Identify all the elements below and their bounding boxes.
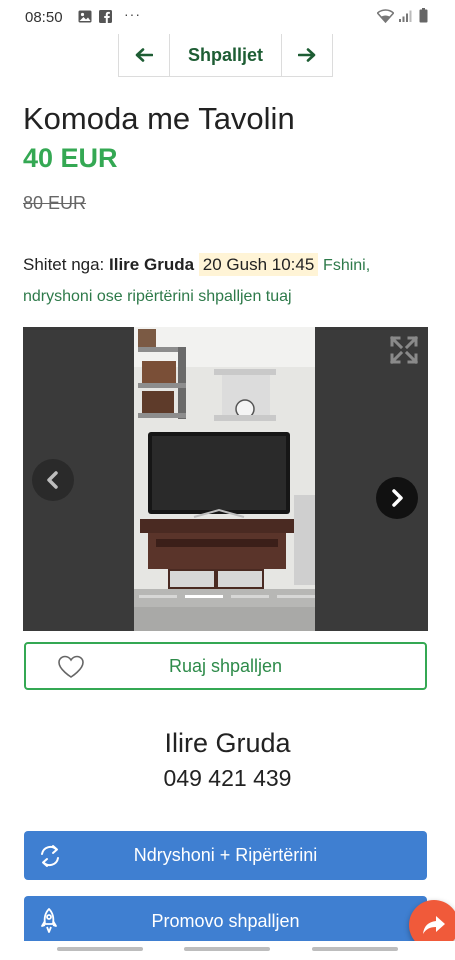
- seller-name-inline: Ilire Gruda: [109, 255, 195, 274]
- seller-prefix: Shitet nga:: [23, 255, 105, 274]
- chevron-left-icon: [47, 471, 58, 489]
- status-bar: 08:50 ···: [0, 0, 455, 34]
- listing-photo: [134, 327, 315, 631]
- back-button[interactable]: [312, 947, 398, 951]
- slide-dot[interactable]: [231, 595, 269, 598]
- arrow-right-icon: [298, 48, 316, 62]
- rocket-icon: [41, 908, 57, 933]
- facebook-icon: [99, 10, 112, 23]
- heart-icon: [58, 655, 84, 678]
- gallery-icon: [78, 10, 92, 23]
- listing-title: Komoda me Tavolin: [23, 101, 295, 136]
- listing-nav: Shpalljet: [118, 34, 333, 77]
- status-time: 08:50: [25, 9, 63, 26]
- gallery-next-button[interactable]: [376, 477, 418, 519]
- share-icon: [423, 916, 445, 934]
- refresh-icon: [41, 845, 59, 867]
- status-more: ···: [124, 6, 141, 22]
- next-listing-button[interactable]: [281, 34, 332, 76]
- fullscreen-icon[interactable]: [389, 335, 419, 365]
- listings-link[interactable]: Shpalljet: [170, 34, 281, 76]
- seller-name: Ilire Gruda: [164, 728, 291, 758]
- arrow-left-icon: [135, 48, 153, 62]
- slide-dot[interactable]: [277, 595, 315, 598]
- save-listing-label: Ruaj shpalljen: [168, 655, 283, 676]
- previous-listing-button[interactable]: [119, 34, 170, 76]
- battery-icon: [419, 8, 428, 23]
- gallery-prev-button[interactable]: [32, 459, 74, 501]
- system-nav-bar: [0, 941, 455, 960]
- promote-listing-button[interactable]: Promovo shpalljen: [24, 896, 427, 946]
- home-button[interactable]: [184, 947, 270, 951]
- slide-dot-active[interactable]: [185, 595, 223, 598]
- promote-listing-label: Promovo shpalljen: [151, 910, 300, 931]
- recent-apps-button[interactable]: [57, 947, 143, 951]
- seller-phone[interactable]: 049 421 439: [0, 765, 455, 792]
- slide-indicators: [139, 595, 315, 598]
- edit-renew-label: Ndryshoni + Ripërtërini: [133, 845, 318, 865]
- slide-dot[interactable]: [139, 595, 177, 598]
- chevron-right-icon: [392, 489, 403, 507]
- old-price: 80 EUR: [23, 193, 87, 213]
- listing-price: 40 EUR: [23, 143, 118, 173]
- edit-renew-button[interactable]: Ndryshoni + Ripërtërini: [24, 831, 427, 880]
- seller-info: Shitet nga: Ilire Gruda 20 Gush 10:45 Fs…: [23, 250, 433, 312]
- photo-gallery[interactable]: [23, 327, 428, 631]
- save-listing-button[interactable]: Ruaj shpalljen: [24, 642, 427, 690]
- posted-date: 20 Gush 10:45: [198, 253, 319, 276]
- signal-icon: [399, 10, 412, 22]
- wifi-icon: [377, 9, 394, 23]
